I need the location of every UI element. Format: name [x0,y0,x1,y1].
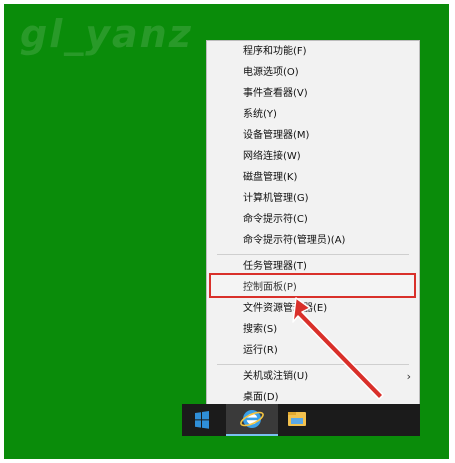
internet-explorer-icon [240,410,264,428]
menu-item-search[interactable]: 搜索(S) [207,319,419,340]
menu-item-command-prompt-admin[interactable]: 命令提示符(管理员)(A) [207,230,419,251]
file-explorer-icon [288,412,306,426]
menu-item-event-viewer[interactable]: 事件查看器(V) [207,83,419,104]
start-button[interactable] [182,404,222,436]
menu-item-network-connections[interactable]: 网络连接(W) [207,146,419,167]
win-x-context-menu: 程序和功能(F) 电源选项(O) 事件查看器(V) 系统(Y) 设备管理器(M)… [206,40,420,406]
menu-item-label: 关机或注销(U) [243,371,309,382]
taskbar [182,404,420,436]
chevron-right-icon: › [406,370,411,383]
menu-item-file-explorer[interactable]: 文件资源管理器(E) [207,298,419,319]
menu-item-run[interactable]: 运行(R) [207,340,419,361]
taskbar-explorer-button[interactable] [280,404,314,436]
menu-item-command-prompt[interactable]: 命令提示符(C) [207,209,419,230]
menu-separator [217,254,409,255]
menu-item-disk-management[interactable]: 磁盘管理(K) [207,167,419,188]
taskbar-ie-button[interactable] [226,404,278,436]
menu-item-shutdown-signout[interactable]: 关机或注销(U) › [207,366,419,387]
menu-separator [217,364,409,365]
watermark: gl_yanz [20,12,193,56]
menu-item-power-options[interactable]: 电源选项(O) [207,62,419,83]
windows-logo-icon [195,411,209,429]
menu-item-computer-management[interactable]: 计算机管理(G) [207,188,419,209]
menu-item-programs-features[interactable]: 程序和功能(F) [207,41,419,62]
control-panel-highlight-box [209,273,416,298]
menu-item-system[interactable]: 系统(Y) [207,104,419,125]
menu-item-device-manager[interactable]: 设备管理器(M) [207,125,419,146]
